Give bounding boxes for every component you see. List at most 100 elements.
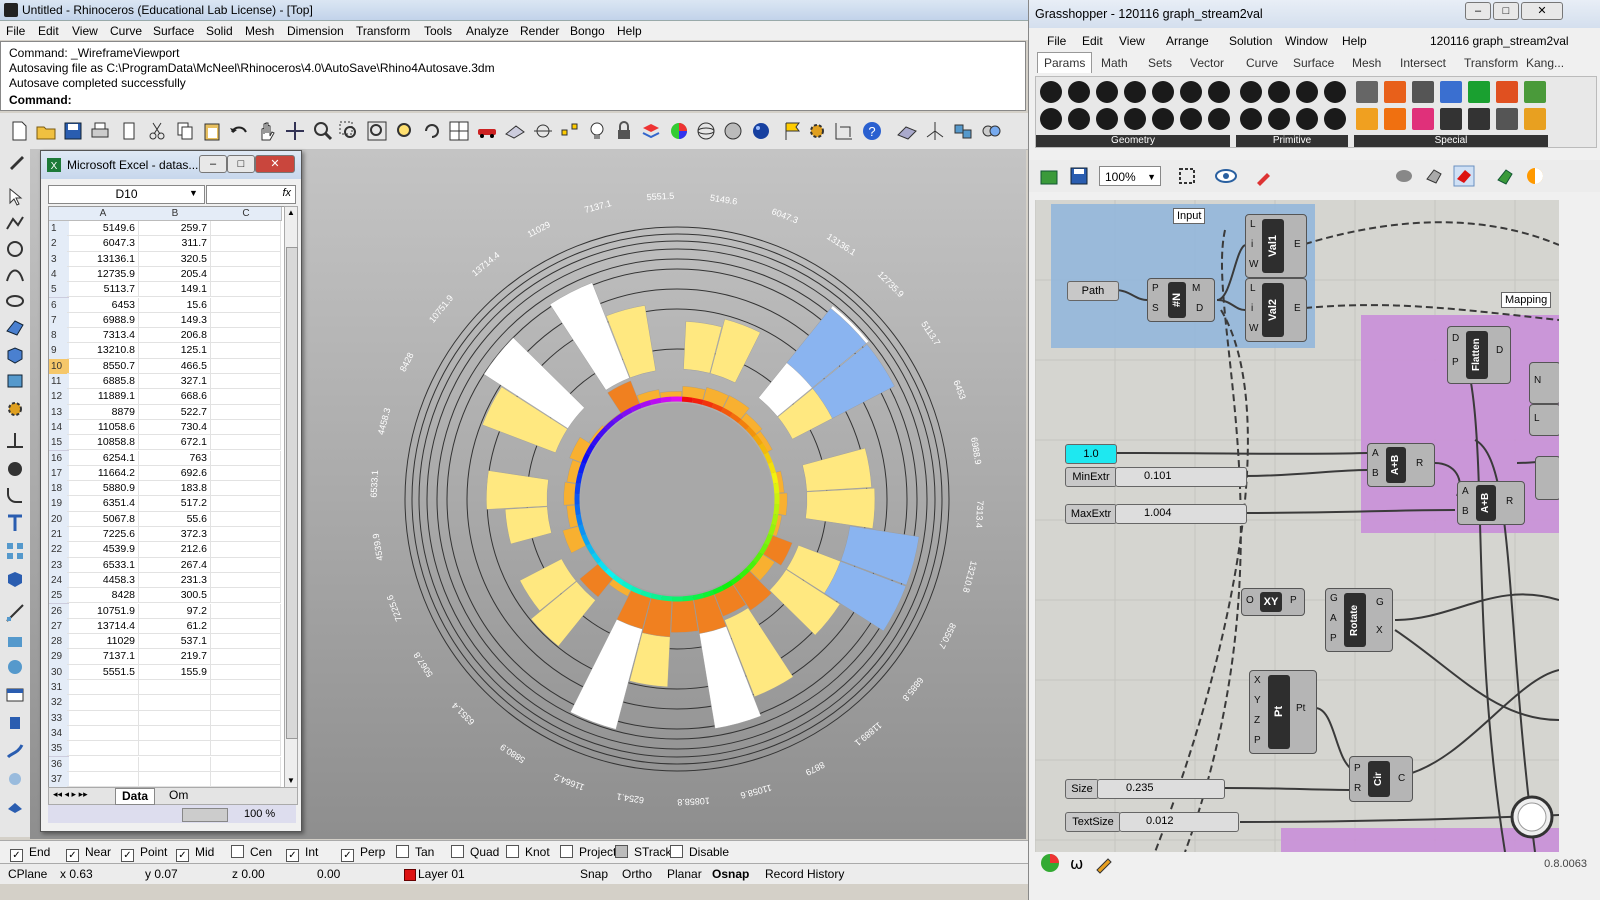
- row-header[interactable]: 24: [49, 572, 69, 590]
- plane-icon[interactable]: [504, 120, 526, 142]
- sheet-tab-om[interactable]: Om: [165, 788, 192, 803]
- scroll-thumb[interactable]: [286, 247, 298, 739]
- table-cell[interactable]: 219.7: [139, 649, 211, 665]
- table-cell[interactable]: 6988.9: [67, 312, 139, 329]
- table-cell[interactable]: [211, 374, 281, 390]
- row-header[interactable]: 25: [49, 588, 69, 605]
- mesh-icon[interactable]: [5, 371, 25, 391]
- table-cell[interactable]: [67, 695, 139, 711]
- pan-hand-icon[interactable]: [256, 120, 278, 142]
- table-cell[interactable]: [211, 511, 281, 527]
- zoom-extents-canvas-icon[interactable]: [1177, 166, 1197, 186]
- table-cell[interactable]: 259.7: [139, 221, 211, 237]
- group-primitive[interactable]: Primitive: [1236, 135, 1348, 147]
- table-cell[interactable]: [67, 756, 139, 772]
- table-cell[interactable]: 6047.3: [67, 236, 139, 252]
- special-param-icon[interactable]: [1412, 81, 1434, 103]
- osnap-strack[interactable]: STrack: [615, 845, 672, 859]
- special-param-icon[interactable]: [1384, 81, 1406, 103]
- table-cell[interactable]: 13210.8: [67, 343, 139, 359]
- geometry-param-icon[interactable]: [1040, 81, 1062, 103]
- table-cell[interactable]: [211, 741, 281, 757]
- menu-render[interactable]: Render: [520, 24, 559, 38]
- omega-icon[interactable]: ω: [1067, 852, 1089, 874]
- table-cell[interactable]: [211, 557, 281, 573]
- sphere-tool-icon[interactable]: [5, 657, 25, 677]
- table-cell[interactable]: 61.2: [139, 618, 211, 635]
- excel-title-bar[interactable]: X Microsoft Excel - datas... – □ ✕: [41, 151, 301, 179]
- table-cell[interactable]: [211, 266, 281, 283]
- table-cell[interactable]: [139, 710, 211, 726]
- menu-transform[interactable]: Transform: [356, 24, 410, 38]
- menu-mesh[interactable]: Mesh: [245, 24, 274, 38]
- table-cell[interactable]: [211, 725, 281, 742]
- menu-dimension[interactable]: Dimension: [287, 24, 344, 38]
- zoom-window-icon[interactable]: [338, 120, 360, 142]
- row-header[interactable]: 21: [49, 527, 69, 544]
- table-cell[interactable]: 327.1: [139, 374, 211, 390]
- special-param-icon[interactable]: [1356, 81, 1378, 103]
- table-cell[interactable]: 206.8: [139, 328, 211, 344]
- tab-params[interactable]: Params: [1037, 52, 1093, 73]
- group-special[interactable]: Special: [1354, 135, 1548, 147]
- table-cell[interactable]: [211, 236, 281, 252]
- row-header[interactable]: 33: [49, 710, 69, 727]
- pencil-sketch-icon[interactable]: [1093, 852, 1115, 874]
- planar-toggle[interactable]: Planar: [667, 867, 702, 881]
- osnap-near[interactable]: ✓ Near: [66, 845, 111, 862]
- undo-view-icon[interactable]: [421, 120, 443, 142]
- row-header[interactable]: 11: [49, 374, 69, 391]
- row-header[interactable]: 4: [49, 266, 69, 284]
- gh-minimize-button[interactable]: –: [1465, 2, 1491, 20]
- excel-close-button[interactable]: ✕: [255, 155, 295, 173]
- table-cell[interactable]: 372.3: [139, 527, 211, 543]
- primitive-param-icon[interactable]: [1268, 108, 1290, 130]
- osnap-knot-checkbox[interactable]: [506, 845, 519, 858]
- gh-menu-solution[interactable]: Solution: [1229, 34, 1272, 48]
- tab-intersect[interactable]: Intersect: [1400, 56, 1446, 70]
- curve-icon[interactable]: [5, 265, 25, 285]
- row-header[interactable]: 1: [49, 221, 69, 238]
- table-cell[interactable]: 8550.7: [67, 358, 139, 374]
- table-cell[interactable]: [211, 251, 281, 267]
- selected-preview-icon[interactable]: [1453, 165, 1475, 187]
- max-extr-slider[interactable]: 1.004: [1115, 504, 1247, 524]
- row-header[interactable]: 8: [49, 328, 69, 345]
- geometry-param-icon[interactable]: [1068, 81, 1090, 103]
- table-cell[interactable]: [211, 664, 281, 680]
- row-header[interactable]: 36: [49, 756, 69, 773]
- menu-edit[interactable]: Edit: [38, 24, 59, 38]
- special-param-icon[interactable]: [1440, 81, 1462, 103]
- partial-component-right[interactable]: [1535, 456, 1559, 500]
- table-cell[interactable]: [67, 710, 139, 726]
- table-cell[interactable]: 6453: [67, 297, 139, 313]
- table-cell[interactable]: 672.1: [139, 435, 211, 451]
- undo-icon[interactable]: [228, 120, 250, 142]
- analyze-icon[interactable]: [5, 603, 25, 623]
- geometry-param-icon[interactable]: [1152, 81, 1174, 103]
- excel-maximize-button[interactable]: □: [227, 155, 255, 173]
- gh-menu-file[interactable]: File: [1047, 34, 1066, 48]
- table-cell[interactable]: 7313.4: [67, 328, 139, 344]
- row-header[interactable]: 6: [49, 297, 69, 314]
- table-cell[interactable]: [139, 771, 211, 787]
- table-cell[interactable]: 300.5: [139, 588, 211, 604]
- table-cell[interactable]: [211, 542, 281, 558]
- lock-icon[interactable]: [613, 120, 635, 142]
- addition-component-1[interactable]: AB A+B R: [1367, 443, 1435, 487]
- table-cell[interactable]: [211, 419, 281, 436]
- table-cell[interactable]: [211, 358, 281, 374]
- canvas-navigation-dial-icon[interactable]: [1509, 794, 1555, 840]
- move-icon[interactable]: [5, 431, 25, 451]
- print-icon[interactable]: [89, 120, 111, 142]
- table-cell[interactable]: 517.2: [139, 496, 211, 512]
- polyline-icon[interactable]: [5, 213, 25, 233]
- table-cell[interactable]: 668.6: [139, 389, 211, 405]
- row-header[interactable]: 20: [49, 511, 69, 528]
- osnap-strack-checkbox[interactable]: [615, 845, 628, 858]
- sphere-render-icon[interactable]: [750, 120, 772, 142]
- rotate-view-icon[interactable]: [284, 120, 306, 142]
- table-cell[interactable]: 149.3: [139, 312, 211, 329]
- table-cell[interactable]: 5113.7: [67, 282, 139, 298]
- table-cell[interactable]: 212.6: [139, 542, 211, 558]
